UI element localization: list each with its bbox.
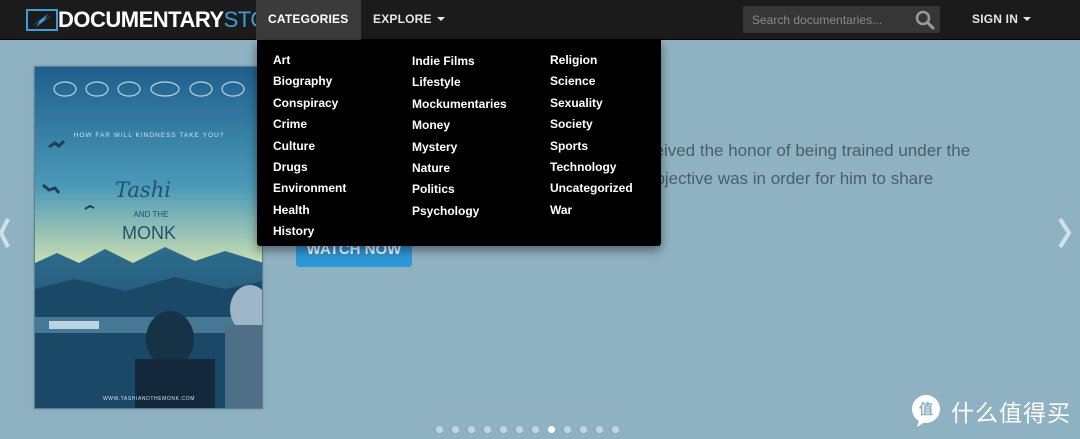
hero-description: ceived the honor of being trained under … — [646, 141, 971, 188]
category-link[interactable]: Money — [412, 115, 507, 136]
nav-explore-label: EXPLORE — [373, 12, 432, 26]
category-link[interactable]: Biography — [273, 71, 346, 92]
slider-dot[interactable] — [564, 426, 571, 433]
slider-dot[interactable] — [468, 426, 475, 433]
category-link[interactable]: Mockumentaries — [412, 94, 507, 115]
slider-dot[interactable] — [612, 426, 619, 433]
category-link[interactable]: War — [550, 200, 633, 221]
slider-dot[interactable] — [516, 426, 523, 433]
category-link[interactable]: History — [273, 221, 346, 242]
poster-tagline: HOW FAR WILL KINDNESS TAKE YOU? — [74, 132, 225, 139]
category-link[interactable]: Uncategorized — [550, 178, 633, 199]
category-link[interactable]: Sports — [550, 136, 633, 157]
poster-title-1: Tashi — [115, 178, 171, 202]
categories-column-2: Indie Films Lifestyle Mockumentaries Money M… — [412, 51, 507, 222]
categories-dropdown: Art Biography Conspiracy Crime Culture Drugs E… — [257, 40, 661, 246]
search-icon[interactable] — [914, 9, 936, 30]
slider-dot[interactable] — [484, 426, 491, 433]
category-link[interactable]: Art — [273, 50, 346, 71]
poster-title-3: MONK — [122, 223, 176, 243]
watermark-logo-char: 值 — [919, 401, 933, 418]
category-link[interactable]: Sexuality — [550, 93, 633, 114]
watermark-logo: 值 — [912, 395, 940, 427]
sign-in-button[interactable]: SIGN IN — [960, 0, 1043, 40]
chevron-down-icon — [1023, 17, 1032, 21]
category-link[interactable]: Drugs — [273, 157, 346, 178]
slider-dot[interactable] — [452, 426, 459, 433]
categories-column-3: Religion Science Sexuality Society Sports Tec… — [550, 50, 633, 221]
slider-dot[interactable] — [548, 426, 555, 433]
chevron-left-icon[interactable] — [0, 211, 20, 255]
category-link[interactable]: Religion — [550, 50, 633, 71]
category-link[interactable]: Psychology — [412, 201, 507, 222]
category-link[interactable]: Culture — [273, 136, 346, 157]
categories-column-1: Art Biography Conspiracy Crime Culture Drugs E… — [273, 50, 346, 243]
category-link[interactable]: Conspiracy — [273, 93, 346, 114]
category-link[interactable]: Mystery — [412, 137, 507, 158]
watermark-text: 什么值得买 — [951, 401, 1071, 427]
slider-dot[interactable] — [436, 426, 443, 433]
search-input[interactable] — [743, 6, 908, 33]
category-link[interactable]: Nature — [412, 158, 507, 179]
search-box — [743, 6, 940, 33]
nav-categories-label: CATEGORIES — [268, 12, 349, 26]
documentary-poster[interactable]: HOW FAR WILL KINDNESS TAKE YOU? Tashi AN… — [34, 66, 263, 409]
category-link[interactable]: Health — [273, 200, 346, 221]
slider-dot[interactable] — [580, 426, 587, 433]
sign-in-label: SIGN IN — [972, 12, 1019, 26]
category-link[interactable]: Crime — [273, 114, 346, 135]
category-link[interactable]: Indie Films — [412, 51, 507, 72]
category-link[interactable]: Science — [550, 71, 633, 92]
category-link[interactable]: Environment — [273, 178, 346, 199]
category-link[interactable]: Technology — [550, 157, 633, 178]
nav-categories[interactable]: CATEGORIES — [256, 0, 361, 59]
watermark: 值 什么值得买 — [909, 394, 1071, 428]
poster-art: HOW FAR WILL KINDNESS TAKE YOU? Tashi AN… — [35, 67, 262, 408]
chevron-right-icon[interactable] — [1054, 211, 1074, 255]
logo-storm-icon — [26, 9, 58, 31]
slider-dot[interactable] — [532, 426, 539, 433]
slider-dot[interactable] — [596, 426, 603, 433]
category-link[interactable]: Politics — [412, 179, 507, 200]
chevron-down-icon — [436, 17, 445, 21]
category-link[interactable]: Society — [550, 114, 633, 135]
slider-dot[interactable] — [500, 426, 507, 433]
nav-explore[interactable]: EXPLORE — [361, 0, 457, 40]
poster-url: WWW.TASHIANDTHEMONK.COM — [103, 396, 195, 402]
poster-title-2: AND THE — [134, 210, 169, 219]
slider-dots — [436, 426, 619, 433]
top-navbar: DOCUMENTARYSTORM CATEGORIES EXPLORE SIGN… — [0, 0, 1080, 59]
category-link[interactable]: Lifestyle — [412, 72, 507, 93]
